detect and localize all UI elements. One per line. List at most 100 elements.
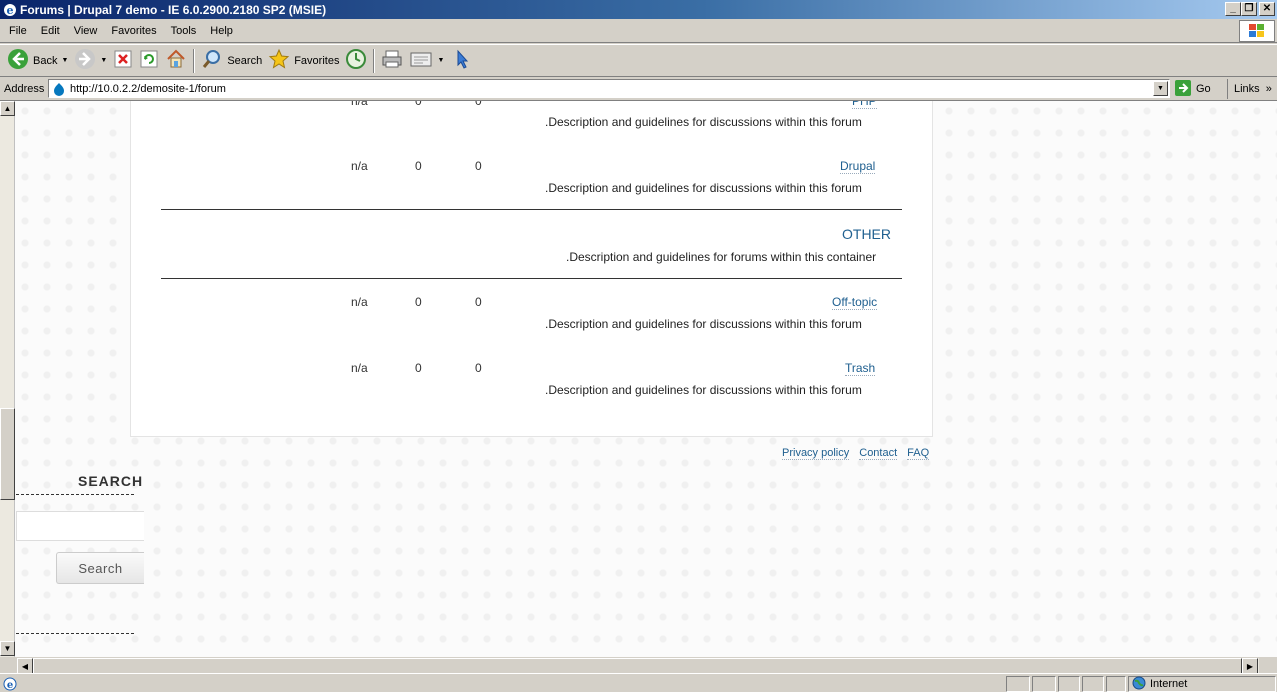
globe-icon [1132, 676, 1146, 692]
refresh-icon [139, 49, 159, 72]
scroll-left-button[interactable]: ◀ [17, 658, 33, 674]
print-button[interactable] [378, 47, 406, 75]
search-submit-button[interactable]: Search [56, 552, 144, 584]
search-button[interactable]: Search [198, 47, 265, 75]
forum-link-drupal[interactable]: Drupal [840, 159, 876, 174]
window-title-bar: e Forums | Drupal 7 demo - IE 6.0.2900.2… [0, 0, 1277, 19]
contact-link[interactable]: Contact [859, 447, 898, 460]
forum-last-post: n/a [351, 361, 368, 375]
search-input[interactable] [16, 511, 144, 541]
horizontal-scroll-thumb[interactable] [33, 658, 1242, 674]
scroll-right-button[interactable]: ▶ [1242, 658, 1258, 674]
address-dropdown-icon[interactable]: ▼ [1153, 81, 1168, 96]
search-block-title: SEARCH [78, 473, 144, 489]
status-pane [1032, 676, 1056, 692]
forum-link-php[interactable]: PHP [852, 101, 877, 109]
go-label: Go [1196, 83, 1211, 95]
home-icon [165, 48, 187, 73]
back-dropdown-icon[interactable]: ▼ [61, 57, 68, 64]
edit-dropdown-icon[interactable]: ▼ [437, 57, 444, 64]
scroll-up-button[interactable]: ▲ [0, 101, 15, 116]
window-title: Forums | Drupal 7 demo - IE 6.0.2900.218… [20, 2, 327, 17]
minimize-button[interactable]: _ [1225, 2, 1241, 16]
go-arrow-icon [1174, 79, 1192, 100]
menu-help[interactable]: Help [203, 25, 240, 37]
home-button[interactable] [162, 47, 190, 75]
scroll-down-button[interactable]: ▼ [0, 641, 15, 656]
menu-bar: File Edit View Favorites Tools Help [0, 19, 1277, 43]
address-label: Address [4, 83, 45, 95]
forward-button[interactable]: ▼ [71, 47, 110, 75]
forum-description: .Description and guidelines for discussi… [545, 317, 862, 331]
container-divider [161, 209, 902, 210]
address-field[interactable]: ▼ [48, 79, 1170, 98]
container-title-other[interactable]: OTHER [842, 226, 891, 242]
forward-arrow-icon [74, 48, 96, 73]
chevron-right-icon: » [1265, 83, 1272, 95]
close-button[interactable]: ✕ [1259, 2, 1275, 16]
standard-toolbar: Back ▼ ▼ Search Favorites ▼ [0, 44, 1277, 77]
media-button[interactable] [342, 47, 370, 75]
search-block-top-border [16, 494, 134, 495]
printer-icon [381, 48, 403, 73]
scrollbar-corner [0, 658, 17, 674]
edit-button[interactable]: ▼ [406, 47, 447, 75]
windows-logo-icon [1239, 20, 1275, 42]
forum-last-post: n/a [351, 295, 368, 309]
forum-description: .Description and guidelines for discussi… [545, 115, 862, 129]
maximize-button[interactable]: ❐ [1241, 2, 1257, 16]
forum-link-off-topic[interactable]: Off-topic [832, 295, 878, 310]
favorites-button[interactable]: Favorites [265, 47, 342, 75]
vertical-scroll-thumb[interactable] [0, 408, 15, 500]
favorites-star-icon [268, 48, 290, 73]
back-arrow-icon [7, 48, 29, 73]
back-label: Back [33, 54, 58, 67]
address-bar: Address ▼ Go Links » [0, 78, 1277, 100]
search-label: Search [227, 54, 263, 67]
status-pane [1082, 676, 1104, 692]
menu-file[interactable]: File [2, 25, 34, 37]
forum-last-post: n/a [351, 100, 368, 108]
go-button[interactable]: Go [1174, 79, 1211, 99]
page-status-icon: e [2, 676, 18, 692]
forum-posts-count: 0 [415, 361, 422, 375]
faq-link[interactable]: FAQ [907, 447, 930, 460]
forum-posts-count: 0 [415, 100, 422, 108]
vertical-scrollbar[interactable]: ▲ ▼ [0, 101, 15, 657]
horizontal-scrollbar[interactable]: ◀ ▶ [0, 657, 1277, 674]
svg-text:e: e [7, 680, 13, 691]
forum-link-trash[interactable]: Trash [845, 361, 876, 376]
forum-posts-count: 0 [415, 159, 422, 173]
address-input[interactable] [70, 82, 1150, 95]
forward-dropdown-icon[interactable]: ▼ [100, 57, 107, 64]
scrollbar-corner [1259, 658, 1277, 674]
links-label: Links [1234, 83, 1260, 95]
discuss-button[interactable] [447, 47, 475, 75]
ie-icon: e [2, 2, 18, 18]
menu-favorites[interactable]: Favorites [104, 25, 163, 37]
status-bar: e Internet [0, 673, 1277, 692]
status-pane [1058, 676, 1080, 692]
back-button[interactable]: Back ▼ [4, 47, 71, 75]
forum-topics-count: 0 [475, 295, 482, 309]
forum-description: .Description and guidelines for discussi… [545, 383, 862, 397]
favorites-label: Favorites [294, 54, 340, 67]
search-icon [201, 48, 223, 73]
links-button[interactable]: Links » [1227, 79, 1272, 99]
refresh-button[interactable] [136, 47, 162, 75]
stop-button[interactable] [110, 47, 136, 75]
cursor-pointer-icon [450, 48, 472, 73]
container-description: .Description and guidelines for forums w… [566, 250, 877, 264]
page-viewport: ▲ ▼ n/a 0 0 PHP .Description and guideli… [0, 100, 1277, 657]
forum-posts-count: 0 [415, 295, 422, 309]
history-icon [345, 48, 367, 73]
menu-tools[interactable]: Tools [164, 25, 204, 37]
container-divider [161, 278, 902, 279]
forum-topics-count: 0 [475, 100, 482, 108]
menu-edit[interactable]: Edit [34, 25, 67, 37]
page-icon [51, 81, 67, 97]
privacy-policy-link[interactable]: Privacy policy [782, 447, 850, 460]
status-pane [1006, 676, 1030, 692]
toolbar-separator [193, 48, 196, 73]
menu-view[interactable]: View [67, 25, 105, 37]
